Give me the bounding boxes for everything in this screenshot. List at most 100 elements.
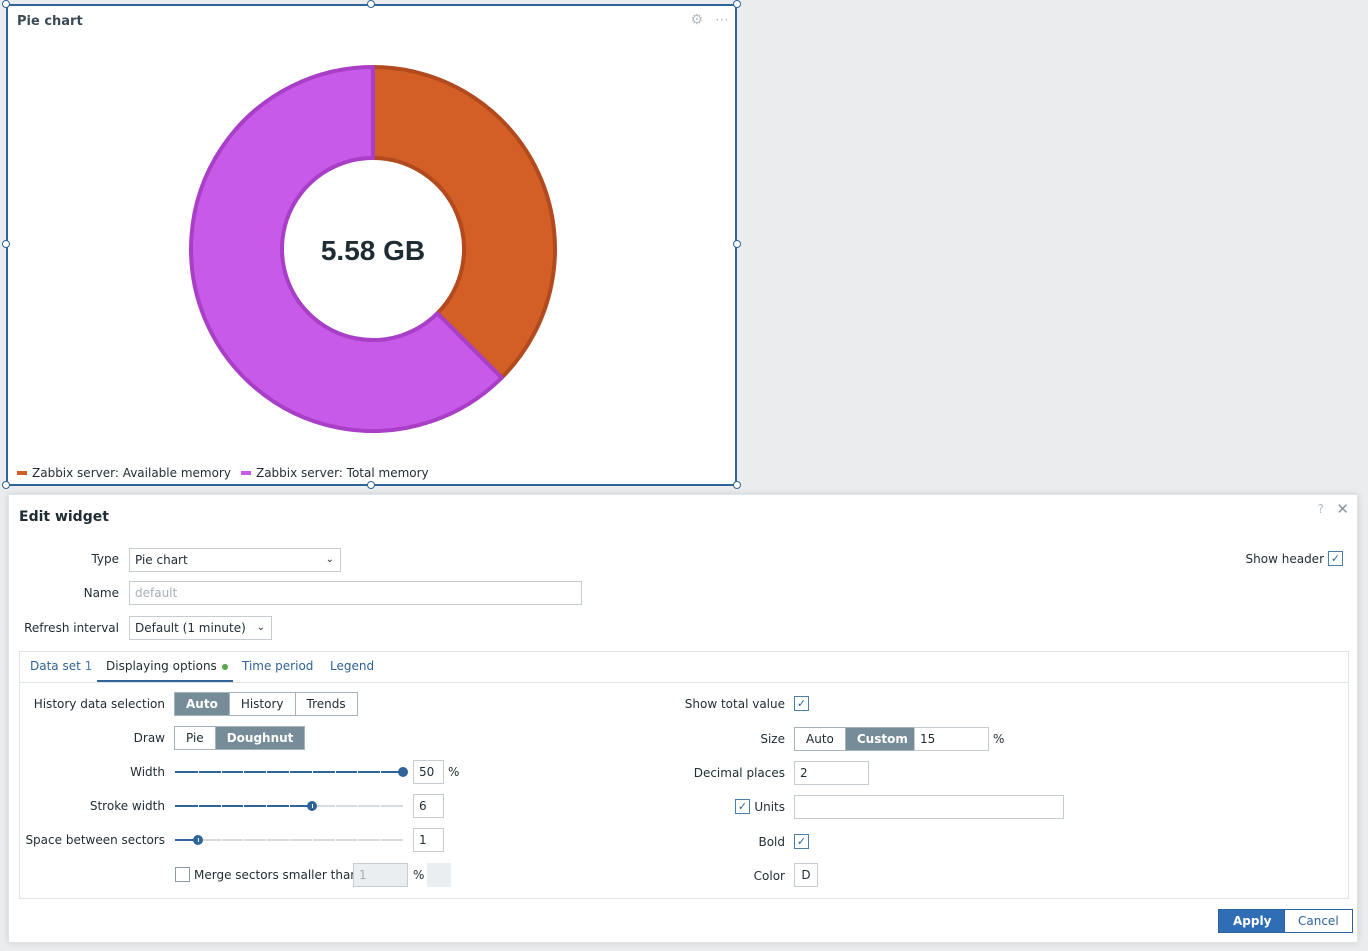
refresh-interval-select[interactable]: Default (1 minute) ⌄ [129, 616, 272, 640]
legend-item: Zabbix server: Available memory [17, 466, 231, 480]
close-icon[interactable]: ✕ [1336, 500, 1349, 518]
tab-displaying-options[interactable]: Displaying options [106, 659, 228, 673]
type-select[interactable]: Pie chart ⌄ [129, 548, 341, 572]
doughnut-chart: 5.58 GB [189, 65, 557, 433]
history-data-selection[interactable]: Auto History Trends [174, 692, 358, 716]
help-icon[interactable]: ? [1318, 502, 1324, 516]
units-input[interactable] [794, 795, 1064, 819]
tab-displaying-options-label: Displaying options [106, 659, 217, 673]
slider-tick [380, 804, 382, 808]
slider-tick [243, 838, 245, 842]
decimal-places-input[interactable]: 2 [794, 761, 869, 785]
merge-sectors-label: Merge sectors smaller than [194, 868, 358, 882]
width-input[interactable]: 50 [413, 760, 444, 784]
merge-sectors-unit: % [413, 868, 425, 882]
name-input[interactable]: default [129, 581, 582, 605]
slider-tick [243, 804, 245, 808]
show-total-value-checkbox[interactable]: ✓ [794, 696, 809, 711]
resize-handle-bottom-left[interactable] [2, 481, 10, 489]
size-auto-button[interactable]: Auto [795, 728, 846, 750]
width-slider[interactable] [175, 765, 408, 779]
resize-handle-right[interactable] [733, 240, 741, 248]
total-value-label: 5.58 GB [321, 235, 425, 266]
pie-slice[interactable] [371, 65, 557, 380]
legend-swatch [17, 471, 27, 475]
stroke-width-slider[interactable] [175, 799, 403, 813]
cancel-button[interactable]: Cancel [1284, 909, 1353, 933]
resize-handle-top-left[interactable] [2, 0, 10, 8]
tab-time-period[interactable]: Time period [242, 659, 313, 673]
slider-tick [334, 838, 336, 842]
width-label: Width [130, 765, 165, 779]
refresh-interval-label: Refresh interval [24, 621, 119, 635]
type-select-value: Pie chart [135, 553, 188, 567]
size-label: Size [760, 732, 785, 746]
chevron-down-icon: ⌄ [256, 622, 265, 633]
slider-tick [289, 770, 290, 774]
refresh-interval-value: Default (1 minute) [135, 621, 246, 635]
chart-legend: Zabbix server: Available memory Zabbix s… [17, 466, 429, 480]
show-total-value-label: Show total value [684, 697, 785, 711]
color-label: Color [753, 869, 785, 883]
size-selection[interactable]: Auto Custom [794, 727, 920, 751]
slider-tick [334, 804, 336, 808]
merge-color-picker[interactable] [427, 863, 451, 887]
name-label: Name [83, 586, 119, 600]
tab-data-set[interactable]: Data set 1 [30, 659, 92, 673]
dataset-count: 1 [84, 659, 93, 673]
legend-item: Zabbix server: Total memory [240, 466, 429, 480]
resize-handle-bottom-right[interactable] [733, 481, 741, 489]
size-input[interactable]: 15 [914, 727, 989, 751]
slider-tick [357, 804, 359, 808]
resize-handle-left[interactable] [2, 240, 10, 248]
color-picker[interactable]: D [794, 863, 818, 887]
slider-tick [197, 770, 199, 774]
space-between-sectors-input[interactable]: 1 [413, 828, 444, 852]
active-tab-indicator [97, 680, 233, 682]
size-custom-button[interactable]: Custom [845, 728, 919, 750]
show-header-label: Show header [1245, 552, 1324, 566]
width-unit: % [448, 765, 460, 779]
slider-thumb[interactable] [398, 767, 408, 777]
type-label: Type [91, 552, 119, 566]
resize-handle-bottom[interactable] [367, 481, 375, 489]
bold-checkbox[interactable]: ✓ [794, 834, 809, 849]
slider-tick [266, 804, 268, 808]
space-between-sectors-slider[interactable] [175, 833, 403, 847]
slider-tick [311, 838, 313, 842]
history-data-selection-label: History data selection [33, 697, 165, 711]
slider-tick [380, 838, 382, 842]
slider-tick [311, 804, 313, 808]
show-header-checkbox[interactable]: ✓ [1328, 551, 1343, 566]
slider-tick [380, 770, 382, 774]
resize-handle-top[interactable] [367, 0, 375, 8]
history-trends-button[interactable]: Trends [295, 693, 357, 715]
decimal-places-label: Decimal places [693, 766, 785, 780]
size-unit: % [993, 732, 1005, 746]
modified-indicator-icon [221, 663, 228, 670]
legend-label: Zabbix server: Total memory [255, 466, 429, 480]
stroke-width-label: Stroke width [89, 799, 165, 813]
slider-tick [197, 838, 199, 842]
slider-tick [266, 838, 268, 842]
slider-tick [220, 804, 222, 808]
slider-tick [357, 770, 359, 774]
stroke-width-input[interactable]: 6 [413, 794, 444, 818]
tab-legend[interactable]: Legend [330, 659, 374, 673]
slider-tick [357, 838, 359, 842]
resize-handle-top-right[interactable] [733, 0, 741, 8]
merge-sectors-input[interactable]: 1 [353, 863, 408, 887]
slider-tick [197, 804, 199, 808]
slider-tick [243, 770, 245, 774]
draw-pie-button[interactable]: Pie [175, 727, 216, 749]
draw-doughnut-button[interactable]: Doughnut [215, 727, 305, 749]
units-label: Units [754, 800, 785, 814]
history-auto-button[interactable]: Auto [175, 693, 230, 715]
draw-selection[interactable]: Pie Doughnut [174, 726, 306, 750]
slider-tick [334, 770, 336, 774]
merge-sectors-checkbox[interactable] [175, 867, 190, 882]
apply-button[interactable]: Apply [1218, 909, 1287, 933]
history-history-button[interactable]: History [229, 693, 296, 715]
legend-swatch [240, 471, 251, 475]
pie-chart-widget[interactable]: Pie chart ⚙ ⋯ 5.58 GB Zabbix server: Ava… [6, 4, 737, 486]
